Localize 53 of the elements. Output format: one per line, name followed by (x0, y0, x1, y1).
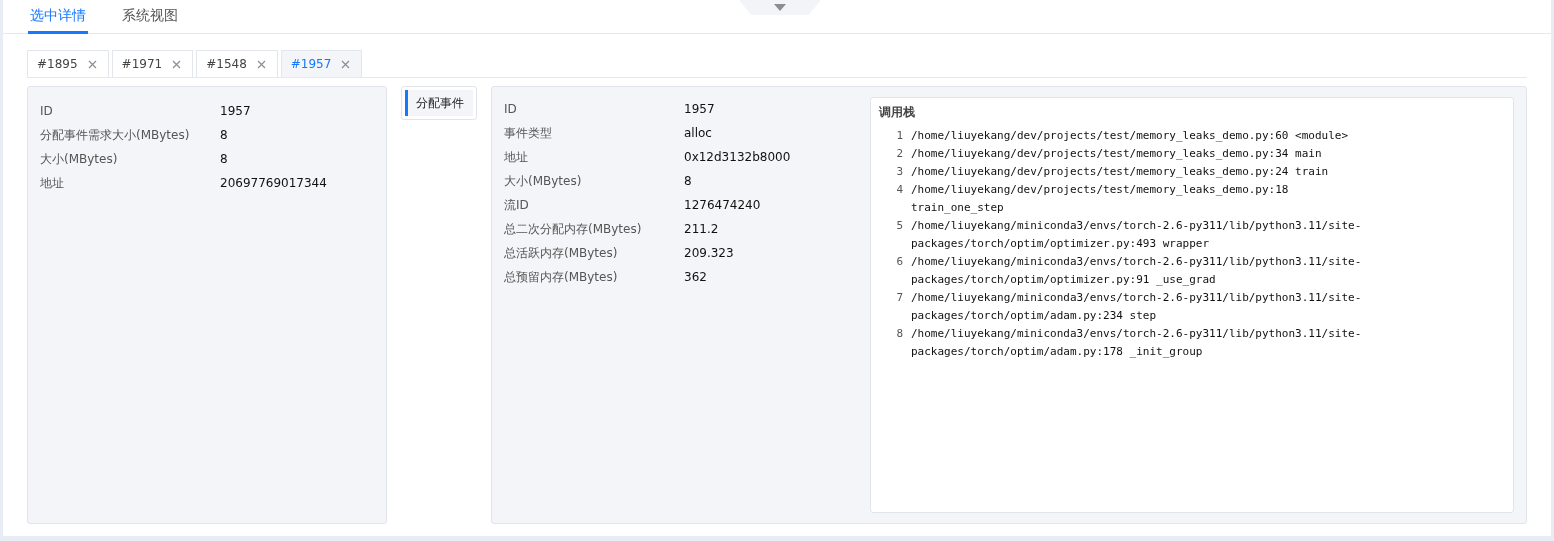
field-value: 362 (684, 270, 707, 284)
view-tab[interactable]: 系统视图 (120, 0, 180, 34)
stack-frame: /home/liuyekang/miniconda3/envs/torch-2.6-py311/lib/python3.11/site-packages/torch/optim/adam.py:234 step (911, 289, 1375, 325)
field-value: 8 (684, 174, 692, 188)
close-icon[interactable] (341, 59, 351, 69)
stack-frame: /home/liuyekang/miniconda3/envs/torch-2.6-py311/lib/python3.11/site-packages/torch/optim/adam.py:178 _init_group (911, 325, 1375, 361)
field-value: 1957 (684, 102, 715, 116)
field-label: ID (40, 104, 54, 118)
close-icon[interactable] (256, 59, 266, 69)
field-label: 总二次分配内存(MBytes) (504, 220, 643, 238)
detail-tab[interactable]: #1971 (111, 50, 194, 77)
detail-tab[interactable]: #1895 (27, 50, 109, 77)
field-value: 8 (220, 152, 228, 166)
stack-frame: /home/liuyekang/dev/projects/test/memory_leaks_demo.py:34 main (911, 145, 1375, 163)
field-label: 大小(MBytes) (504, 172, 583, 190)
field-value: 1276474240 (684, 198, 761, 212)
detail-tab[interactable]: #1957 (280, 50, 363, 77)
call-stack-title: 调用栈 (879, 104, 916, 121)
line-number: 2 (895, 146, 904, 162)
detail-tab[interactable]: #1548 (196, 50, 278, 77)
field-value: 1957 (220, 104, 251, 118)
field-label: 事件类型 (504, 124, 553, 142)
line-number: 7 (895, 290, 904, 306)
stack-frame: /home/liuyekang/dev/projects/test/memory_leaks_demo.py:24 train (911, 163, 1375, 181)
close-icon[interactable] (172, 59, 182, 69)
line-number: 6 (895, 254, 904, 270)
view-tab[interactable]: 选中详情 (28, 0, 88, 34)
stack-frame: /home/liuyekang/dev/projects/test/memory_leaks_demo.py:18 train_one_step (911, 181, 1375, 217)
field-label: 大小(MBytes) (40, 150, 119, 168)
event-nav-item[interactable]: 分配事件 (405, 90, 473, 116)
field-label: 流ID (504, 196, 530, 214)
field-label: ID (504, 102, 518, 116)
field-value: 0x12d3132b8000 (684, 150, 791, 164)
field-value: alloc (684, 126, 712, 140)
line-number: 4 (895, 182, 904, 198)
field-value: 211.2 (684, 222, 719, 236)
field-label: 地址 (40, 174, 65, 192)
field-value: 209.323 (684, 246, 734, 260)
field-label: 总活跃内存(MBytes) (504, 244, 619, 262)
caret-down-icon (774, 4, 786, 11)
line-number: 8 (895, 326, 904, 342)
line-number: 1 (895, 128, 904, 144)
close-icon[interactable] (87, 59, 97, 69)
stack-frame: /home/liuyekang/dev/projects/test/memory_leaks_demo.py:60 <module> (911, 127, 1375, 145)
field-label: 总预留内存(MBytes) (504, 268, 619, 286)
field-value: 20697769017344 (220, 176, 327, 190)
line-number: 3 (895, 164, 904, 180)
field-label: 分配事件需求大小(MBytes) (40, 126, 191, 144)
field-value: 8 (220, 128, 228, 142)
field-label: 地址 (504, 148, 529, 166)
stack-frame: /home/liuyekang/miniconda3/envs/torch-2.6-py311/lib/python3.11/site-packages/torch/optim/optimizer.py:493 wrapper (911, 217, 1375, 253)
line-number: 5 (895, 218, 904, 234)
stack-frame: /home/liuyekang/miniconda3/envs/torch-2.6-py311/lib/python3.11/site-packages/torch/optim/optimizer.py:91 _use_grad (911, 253, 1375, 289)
